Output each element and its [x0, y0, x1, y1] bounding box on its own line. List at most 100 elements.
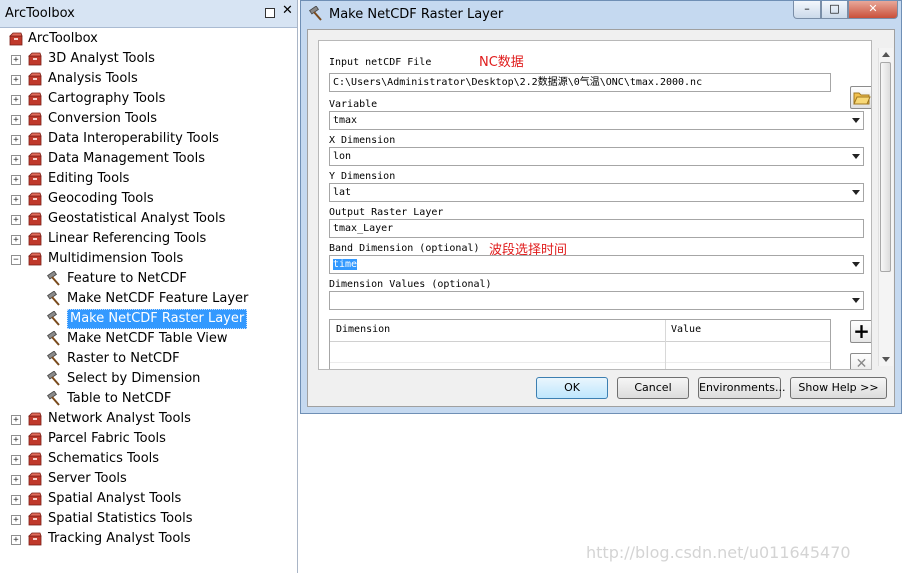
tree-item-label: Raster to NetCDF — [67, 351, 180, 366]
tree-toolset[interactable]: + Tracking Analyst Tools — [0, 529, 296, 549]
input-netcdf-field[interactable]: C:\Users\Administrator\Desktop\2.2数据源\0气… — [329, 73, 831, 92]
tree-tool[interactable]: Select by Dimension — [0, 369, 296, 389]
dimension-values-table[interactable]: Dimension Value — [329, 319, 831, 369]
tree-item-label: Select by Dimension — [67, 371, 201, 386]
variable-value: tmax — [333, 115, 358, 126]
minimize-button[interactable]: – — [793, 1, 821, 19]
tree-item-label: Table to NetCDF — [67, 391, 172, 406]
toolbox-icon — [28, 192, 42, 206]
tree-item-label: Data Management Tools — [48, 151, 205, 166]
band-dimension-select[interactable]: time — [329, 255, 864, 274]
expand-icon[interactable]: + — [11, 195, 21, 205]
maximize-button[interactable]: □ — [821, 1, 848, 19]
tree-toolset[interactable]: + Cartography Tools — [0, 89, 296, 109]
toolbox-icon — [28, 152, 42, 166]
tree-tool[interactable]: Table to NetCDF — [0, 389, 296, 409]
remove-row-button[interactable]: ✕ — [850, 353, 871, 369]
expand-icon[interactable]: + — [11, 175, 21, 185]
expand-icon[interactable]: + — [11, 55, 21, 65]
tree-toolset[interactable]: + Network Analyst Tools — [0, 409, 296, 429]
tree-toolset[interactable]: + Data Interoperability Tools — [0, 129, 296, 149]
expand-icon[interactable]: + — [11, 515, 21, 525]
dimension-values-select[interactable] — [329, 291, 864, 310]
tree-tool[interactable]: Make NetCDF Feature Layer — [0, 289, 296, 309]
folder-icon — [853, 92, 871, 105]
expand-icon[interactable]: + — [11, 435, 21, 445]
browse-folder-button[interactable] — [850, 86, 871, 109]
tree-toolset[interactable]: − Multidimension Tools — [0, 249, 296, 269]
tree-item-label: Spatial Analyst Tools — [48, 491, 182, 506]
toolbox-icon — [28, 212, 42, 226]
ok-button[interactable]: OK — [536, 377, 608, 399]
y-dimension-select[interactable]: lat — [329, 183, 864, 202]
close-icon[interactable]: ✕ — [282, 4, 293, 18]
scroll-up-icon[interactable] — [882, 52, 890, 57]
restore-icon[interactable] — [265, 8, 275, 18]
expand-icon[interactable]: + — [11, 135, 21, 145]
dialog-title: Make NetCDF Raster Layer — [329, 7, 504, 22]
toolbox-icon — [28, 412, 42, 426]
toolbox-icon — [28, 492, 42, 506]
expand-icon[interactable]: + — [11, 75, 21, 85]
toolbox-icon — [28, 452, 42, 466]
tree-toolset[interactable]: + Spatial Analyst Tools — [0, 489, 296, 509]
tree-toolset[interactable]: + Analysis Tools — [0, 69, 296, 89]
tree-toolset[interactable]: + Server Tools — [0, 469, 296, 489]
y-dimension-value: lat — [333, 187, 352, 198]
scroll-thumb[interactable] — [880, 62, 891, 272]
expand-icon[interactable]: + — [11, 95, 21, 105]
hammer-icon — [47, 291, 60, 306]
tree-toolset[interactable]: + Spatial Statistics Tools — [0, 509, 296, 529]
table-row[interactable] — [330, 342, 830, 363]
tree-tool[interactable]: Feature to NetCDF — [0, 269, 296, 289]
tree-toolset[interactable]: + Data Management Tools — [0, 149, 296, 169]
output-raster-field[interactable]: tmax_Layer — [329, 219, 864, 238]
expand-icon[interactable]: + — [11, 115, 21, 125]
expand-icon[interactable]: + — [11, 235, 21, 245]
expand-icon[interactable]: + — [11, 495, 21, 505]
environments-button[interactable]: Environments... — [698, 377, 785, 399]
x-dimension-select[interactable]: lon — [329, 147, 864, 166]
scroll-down-icon[interactable] — [882, 357, 890, 362]
tree-item-label: 3D Analyst Tools — [48, 51, 155, 66]
tree-toolset[interactable]: + Schematics Tools — [0, 449, 296, 469]
tree-item-label: Spatial Statistics Tools — [48, 511, 193, 526]
input-netcdf-label: Input netCDF File — [329, 57, 432, 68]
collapse-icon[interactable]: − — [11, 255, 21, 265]
cancel-button[interactable]: Cancel — [617, 377, 689, 399]
expand-icon[interactable]: + — [11, 475, 21, 485]
toolbox-icon — [28, 472, 42, 486]
tree-toolset[interactable]: + Linear Referencing Tools — [0, 229, 296, 249]
expand-icon[interactable]: + — [11, 455, 21, 465]
arctoolbox-pane: ArcToolbox ✕ ArcToolbox +3D Analyst Tools… — [0, 0, 298, 573]
tree-toolset[interactable]: + Parcel Fabric Tools — [0, 429, 296, 449]
add-row-button[interactable]: + — [850, 320, 871, 343]
tree-toolset[interactable]: + Geocoding Tools — [0, 189, 296, 209]
close-button[interactable]: ✕ — [848, 1, 898, 19]
form-scrollbar[interactable] — [878, 48, 893, 366]
tree-toolset[interactable]: + Editing Tools — [0, 169, 296, 189]
expand-icon[interactable]: + — [11, 215, 21, 225]
tree-toolset[interactable]: + Conversion Tools — [0, 109, 296, 129]
tree-root-arctoolbox[interactable]: ArcToolbox — [0, 29, 296, 49]
hammer-icon — [47, 351, 60, 366]
tree-item-label: Multidimension Tools — [48, 251, 184, 266]
tree-item-label: Make NetCDF Table View — [67, 331, 228, 346]
tree-tool[interactable]: Make NetCDF Table View — [0, 329, 296, 349]
toolbox-icon — [9, 32, 23, 46]
table-row[interactable] — [330, 363, 830, 369]
tree-toolset[interactable]: + Geostatistical Analyst Tools — [0, 209, 296, 229]
tree-tool[interactable]: Raster to NetCDF — [0, 349, 296, 369]
tree-item-label: Geostatistical Analyst Tools — [48, 211, 226, 226]
toolbox-icon — [28, 172, 42, 186]
tree-item-label: Server Tools — [48, 471, 127, 486]
expand-icon[interactable]: + — [11, 535, 21, 545]
variable-select[interactable]: tmax — [329, 111, 864, 130]
show-help-button[interactable]: Show Help >> — [790, 377, 887, 399]
expand-icon[interactable]: + — [11, 415, 21, 425]
expand-icon[interactable]: + — [11, 155, 21, 165]
chevron-down-icon — [852, 298, 860, 303]
tree-tool[interactable]: Make NetCDF Raster Layer — [0, 309, 296, 329]
tree-toolset[interactable]: +3D Analyst Tools — [0, 49, 296, 69]
tree-item-label: Cartography Tools — [48, 91, 166, 106]
